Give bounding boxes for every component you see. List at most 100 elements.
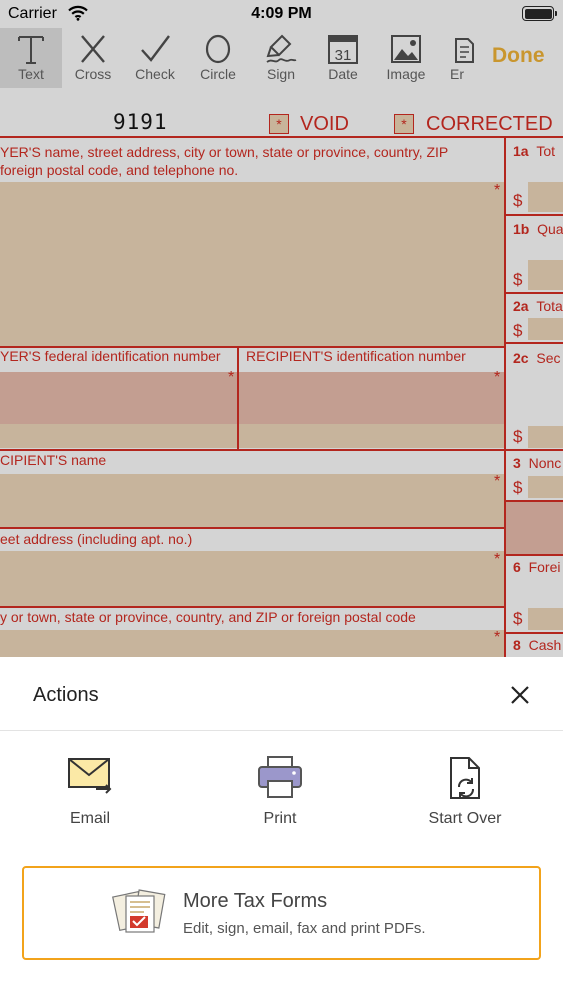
- promo-title: More Tax Forms: [183, 890, 328, 912]
- check-icon: [141, 35, 170, 62]
- box-1a-field[interactable]: [528, 182, 563, 212]
- box-8-label: 8 Cash: [513, 637, 562, 653]
- start-over-icon: [450, 757, 480, 799]
- box-2c-label: 2c Sec: [513, 350, 561, 366]
- box-1b-label: 1b Qua: [513, 221, 563, 237]
- calendar-day: 31: [335, 47, 352, 64]
- tool-label: Sign: [266, 66, 296, 82]
- box-1b-field[interactable]: [528, 260, 563, 290]
- form-top-rule: [0, 136, 563, 138]
- form-rule: [505, 554, 563, 556]
- box-2a-label: 2a Tota: [513, 298, 563, 314]
- city-field[interactable]: [0, 630, 504, 657]
- box-6-label: 6 Forei: [513, 559, 561, 575]
- required-marker: *: [494, 182, 501, 199]
- required-marker: *: [494, 369, 501, 386]
- tool-label: Er: [450, 66, 464, 82]
- form-rule: [0, 606, 504, 608]
- street-address-label: eet address (including apt. no.): [0, 531, 193, 547]
- form-rule: [0, 527, 504, 529]
- print-action[interactable]: Print: [210, 753, 350, 843]
- promo-subtitle: Edit, sign, email, fax and print PDFs.: [183, 920, 426, 937]
- box-1a-label: 1a Tot: [513, 143, 556, 159]
- dollar-sign: $: [513, 191, 523, 210]
- required-marker: *: [494, 629, 501, 646]
- tool-label: Cross: [74, 66, 112, 82]
- form-rule: [0, 449, 563, 451]
- city-label: y or town, state or province, country, a…: [0, 609, 416, 625]
- annotation-toolbar: Text Cross Check Circle Sign 31 Date Ima…: [0, 28, 563, 88]
- recipient-tin-label: RECIPIENT'S identification number: [246, 348, 466, 364]
- form-rule: [505, 342, 563, 344]
- corrected-label: CORRECTED: [426, 113, 553, 135]
- circle-icon: [205, 34, 231, 64]
- tool-text[interactable]: Text: [0, 28, 62, 88]
- required-marker: *: [494, 551, 501, 568]
- close-icon: [511, 686, 529, 704]
- recipient-name-field[interactable]: [0, 474, 504, 528]
- required-marker: *: [494, 473, 501, 490]
- tool-sign[interactable]: Sign: [250, 28, 312, 88]
- tool-circle[interactable]: Circle: [187, 28, 249, 88]
- box-2c-field[interactable]: [528, 426, 563, 448]
- corrected-checkbox[interactable]: *: [394, 114, 414, 134]
- tool-cross[interactable]: Cross: [62, 28, 124, 88]
- email-icon: [68, 758, 112, 794]
- dollar-sign: $: [513, 427, 523, 446]
- tool-date[interactable]: 31 Date: [312, 28, 374, 88]
- payer-tin-field[interactable]: [0, 372, 237, 424]
- tool-label: Check: [135, 66, 175, 82]
- actions-sheet: Actions Email Print Start Over More Tax …: [0, 657, 563, 1000]
- recipient-tin-field-lower[interactable]: [238, 424, 504, 448]
- tool-label: Circle: [200, 66, 236, 82]
- image-icon: [391, 35, 421, 63]
- calendar-icon: 31: [328, 35, 358, 64]
- recipient-name-label: CIPIENT'S name: [0, 452, 107, 468]
- status-time: 4:09 PM: [251, 5, 312, 22]
- box-6-field[interactable]: [528, 608, 563, 630]
- form-rule: [237, 346, 239, 449]
- tool-eraser[interactable]: Er: [450, 28, 476, 88]
- tool-label: Image: [386, 66, 426, 82]
- void-checkbox[interactable]: *: [269, 114, 289, 134]
- form-code: 9191: [113, 110, 168, 134]
- payer-info-field[interactable]: [0, 182, 504, 346]
- print-label: Print: [263, 810, 297, 827]
- dollar-sign: $: [513, 321, 523, 340]
- street-address-field[interactable]: [0, 551, 504, 607]
- box-3-label: 3 Nonc: [513, 455, 562, 471]
- tax-form-page: 9191 * VOID * CORRECTED YER'S name, stre…: [0, 88, 563, 657]
- cross-icon: [81, 35, 105, 63]
- start-over-action[interactable]: Start Over: [395, 753, 535, 843]
- form-rule: [505, 632, 563, 634]
- payer-info-label-line2: foreign postal code, and telephone no.: [0, 162, 239, 178]
- void-label: VOID: [300, 113, 349, 135]
- sign-icon: [266, 34, 297, 63]
- close-button[interactable]: [506, 681, 534, 709]
- form-rule: [505, 500, 563, 502]
- sheet-divider: [0, 730, 563, 731]
- more-tax-forms-banner[interactable]: More Tax Forms Edit, sign, email, fax an…: [22, 866, 541, 960]
- required-marker: *: [228, 369, 235, 386]
- tool-label: Text: [18, 66, 44, 82]
- box-3-field[interactable]: [528, 476, 563, 498]
- tax-forms-icon: [112, 886, 168, 943]
- form-rule: [505, 214, 563, 216]
- sheet-title: Actions: [33, 684, 99, 706]
- shaded-box: [505, 502, 563, 554]
- tool-image[interactable]: Image: [375, 28, 437, 88]
- recipient-tin-field[interactable]: [238, 372, 504, 424]
- box-2a-field[interactable]: [528, 318, 563, 340]
- dollar-sign: $: [513, 270, 523, 289]
- dollar-sign: $: [513, 478, 523, 497]
- payer-tin-field-lower[interactable]: [0, 424, 237, 448]
- print-icon: [258, 756, 302, 798]
- done-button[interactable]: Done: [492, 44, 545, 68]
- text-icon: [18, 36, 44, 64]
- tool-check[interactable]: Check: [124, 28, 186, 88]
- form-rule: [505, 292, 563, 294]
- payer-info-label-line1: YER'S name, street address, city or town…: [0, 144, 449, 160]
- email-action[interactable]: Email: [20, 753, 160, 843]
- eraser-icon: [455, 38, 474, 63]
- battery-icon: [522, 6, 557, 21]
